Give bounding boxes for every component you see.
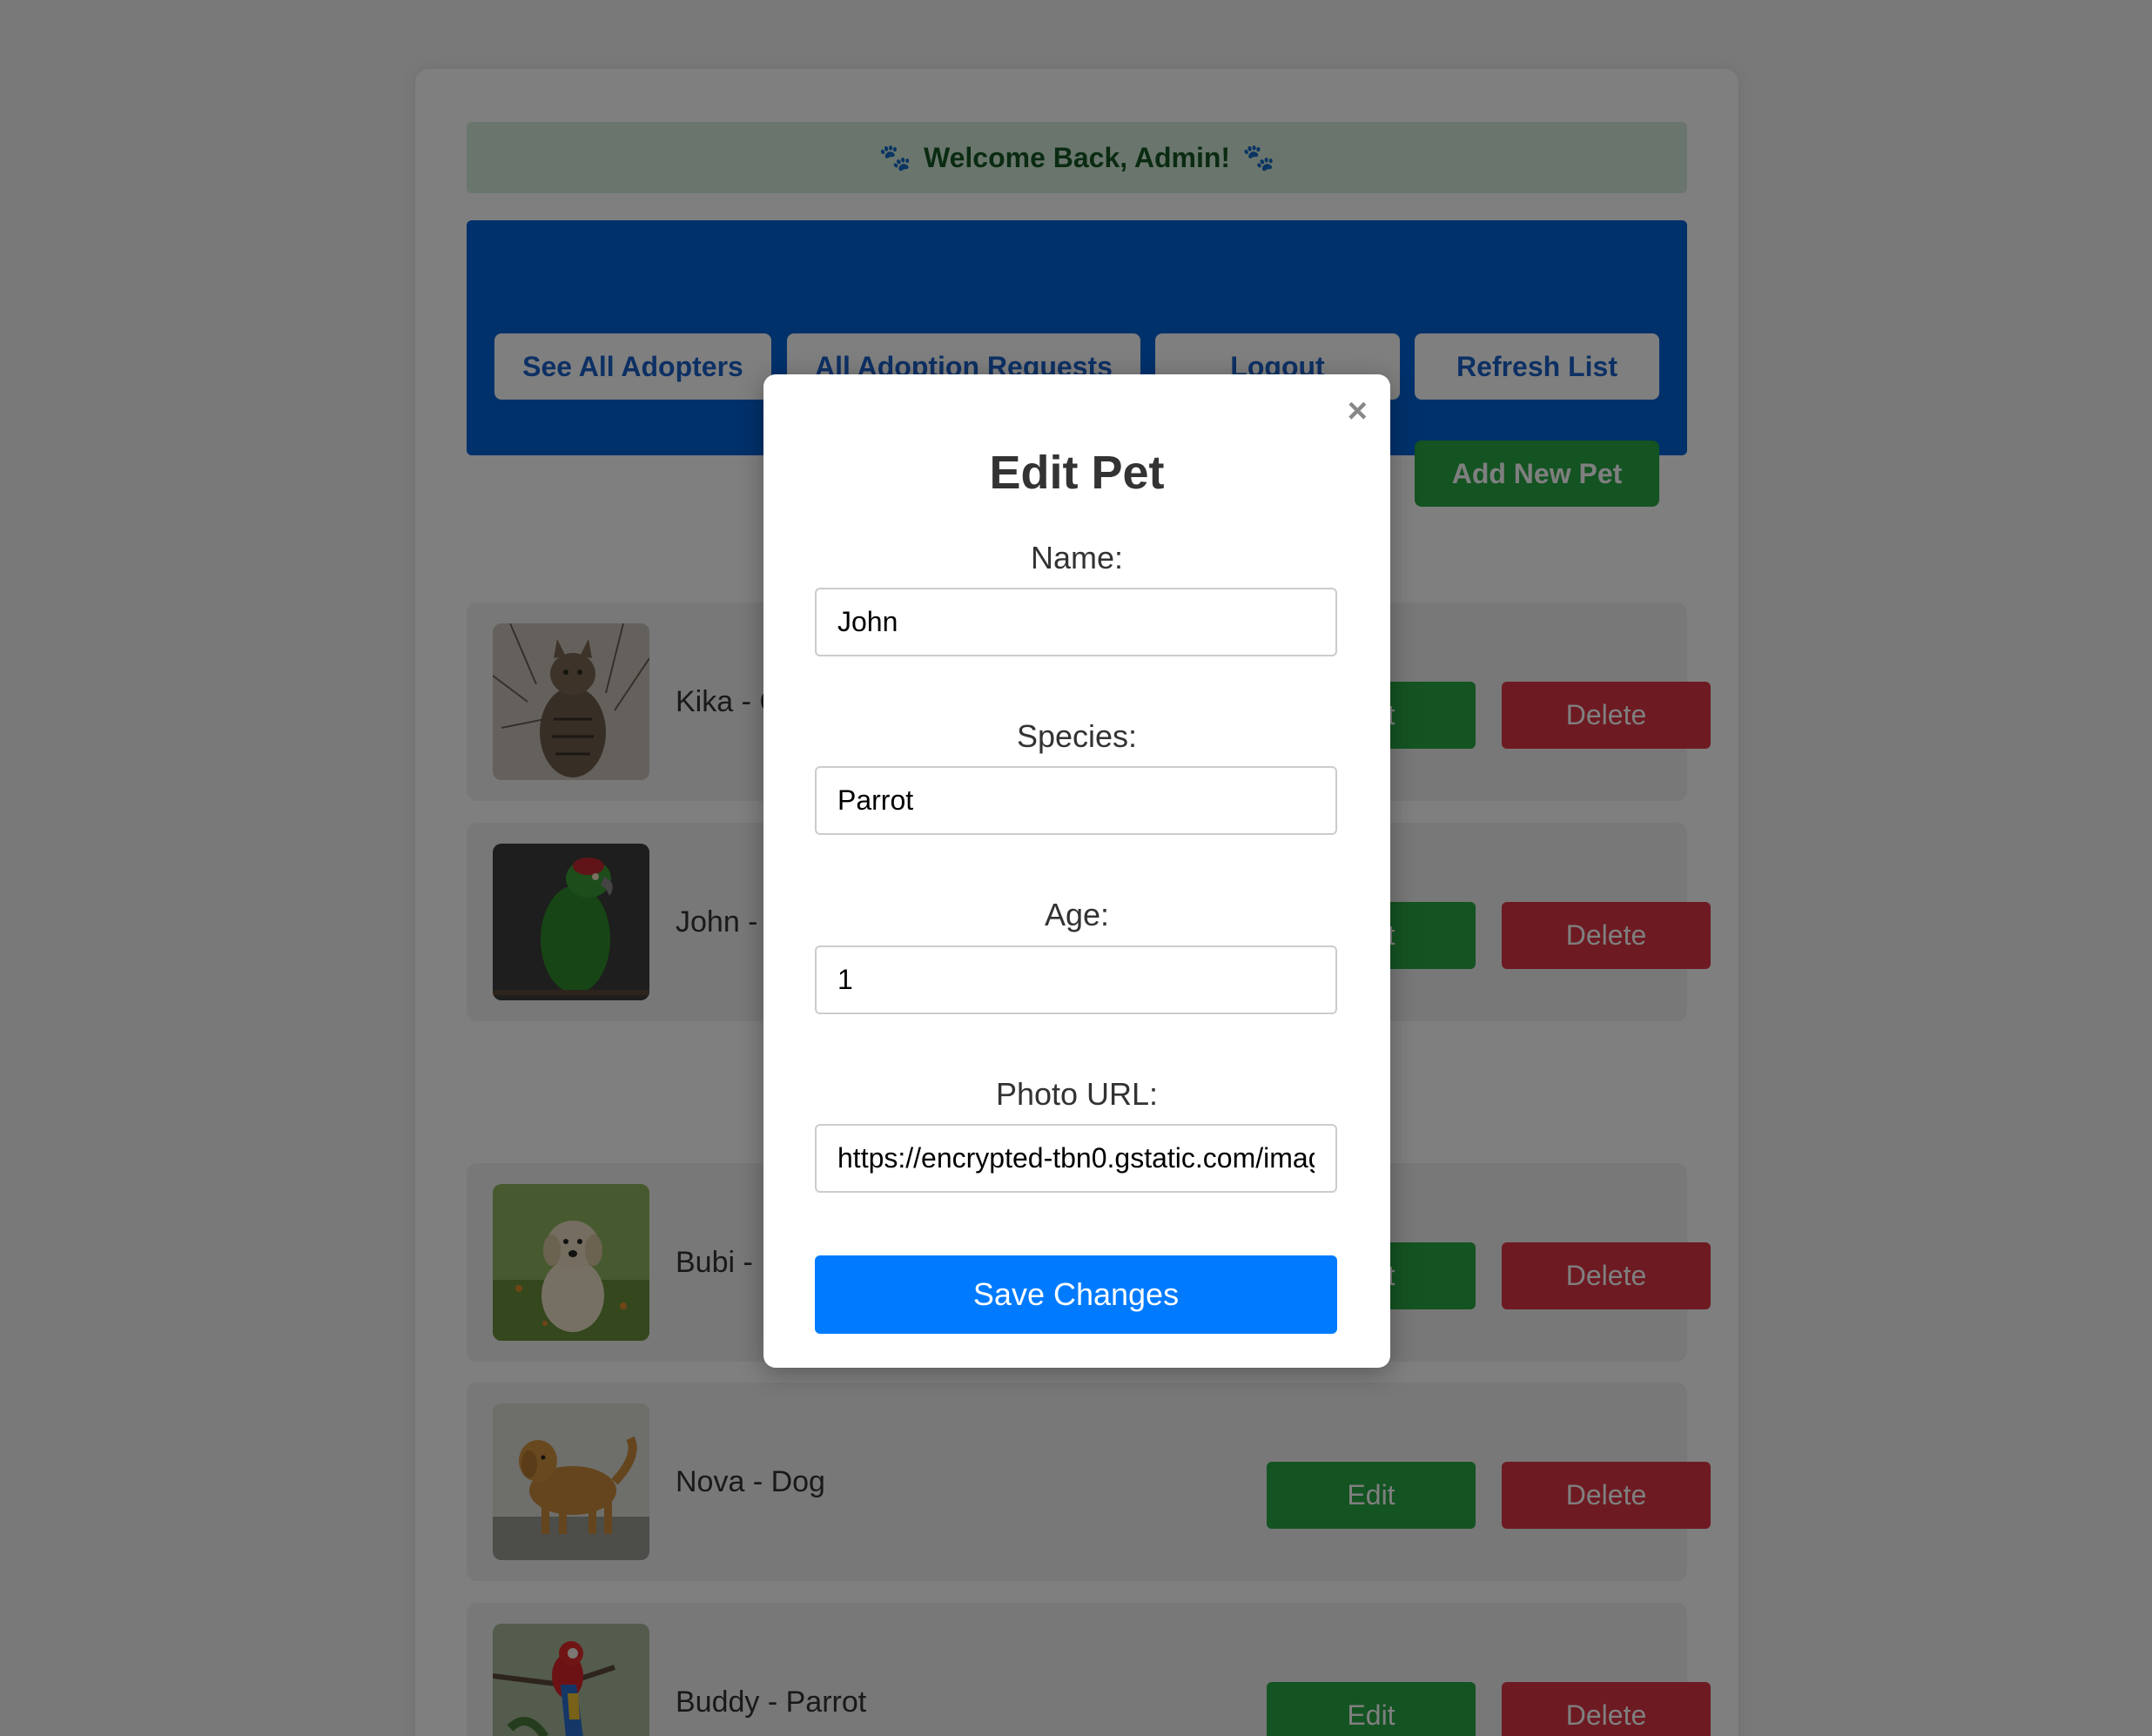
name-input[interactable] (815, 588, 1337, 656)
edit-pet-modal: × Edit Pet Name: Species: Age: Photo URL… (763, 374, 1390, 1368)
age-label: Age: (1044, 897, 1110, 932)
page: 🐾 Welcome Back, Admin! 🐾 See All Adopter… (0, 0, 2152, 1736)
photo-url-input[interactable] (815, 1124, 1337, 1193)
species-label: Species: (1016, 718, 1138, 754)
age-input[interactable] (815, 945, 1337, 1014)
species-input[interactable] (815, 766, 1337, 835)
close-icon[interactable]: × (1348, 394, 1368, 428)
save-changes-button[interactable]: Save Changes (815, 1255, 1337, 1334)
modal-title: Edit Pet (989, 447, 1165, 499)
name-label: Name: (1030, 540, 1124, 575)
photo-url-label: Photo URL: (995, 1076, 1159, 1112)
